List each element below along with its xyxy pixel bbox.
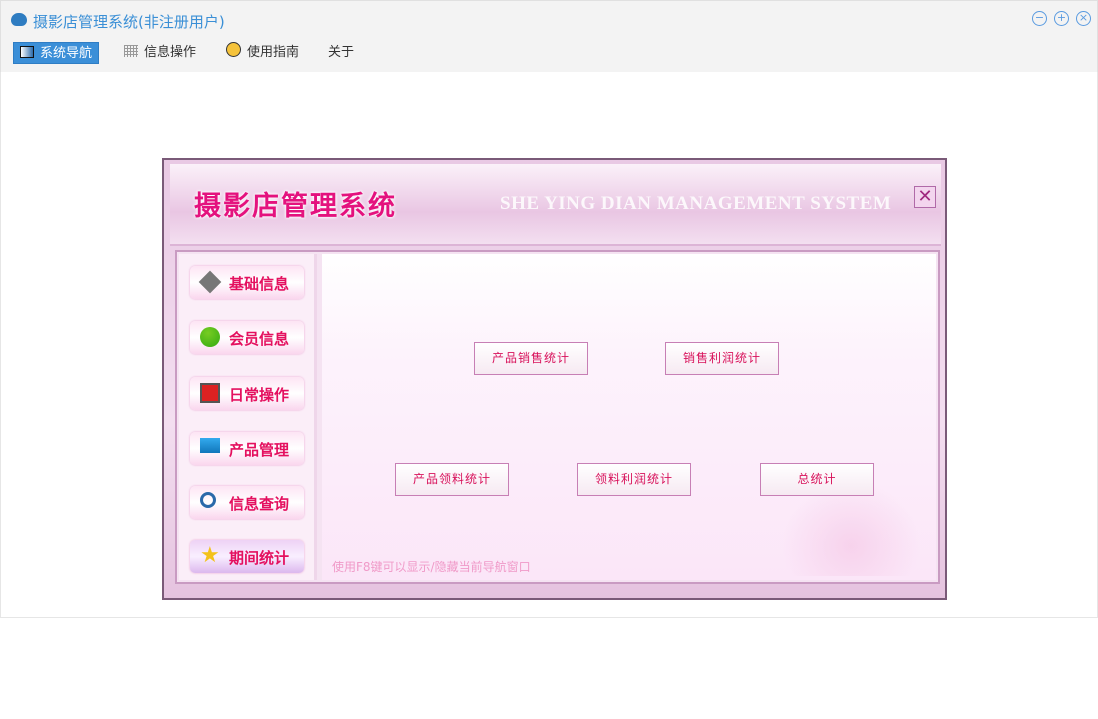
sidebar-item-product-mgmt[interactable]: 产品管理 [190, 432, 304, 465]
stats-panel: 产品销售统计 销售利润统计 产品领料统计 领料利润统计 总统计 使用F8键可以显… [322, 254, 936, 580]
close-button[interactable]: × [1076, 11, 1091, 26]
tools-icon [198, 270, 222, 294]
sidebar-item-label: 基础信息 [229, 275, 290, 293]
total-stats-button[interactable]: 总统计 [760, 463, 874, 496]
monitor-icon [20, 46, 34, 58]
menu-about[interactable]: 关于 [322, 42, 360, 64]
dialog-header: 摄影店管理系统 SHE YING DIAN MANAGEMENT SYSTEM … [170, 164, 941, 246]
sidebar-item-member-info[interactable]: 会员信息 [190, 321, 304, 354]
sidebar-item-label: 会员信息 [229, 330, 290, 348]
window-title: 摄影店管理系统(非注册用户) [33, 13, 225, 31]
restore-button[interactable]: + [1054, 11, 1069, 26]
sidebar-item-label: 信息查询 [229, 495, 290, 513]
title-bar: 摄影店管理系统(非注册用户) − + × [0, 0, 1098, 38]
menu-label: 使用指南 [247, 45, 300, 60]
alert-icon [200, 383, 220, 403]
dialog-subtitle: SHE YING DIAN MANAGEMENT SYSTEM [500, 193, 892, 214]
navigation-dialog: 摄影店管理系统 SHE YING DIAN MANAGEMENT SYSTEM … [162, 158, 947, 600]
dialog-body: 基础信息 会员信息 日常操作 产品管理 信息查询 ★ 期间统计 产品销售统计 销售… [175, 250, 940, 584]
dialog-close-button[interactable]: ✕ [914, 186, 936, 208]
menu-bar: 系统导航 信息操作 使用指南 关于 [0, 38, 1098, 72]
app-logo-icon [11, 13, 27, 26]
sidebar-item-label: 日常操作 [229, 386, 290, 404]
sidebar-item-info-query[interactable]: 信息查询 [190, 486, 304, 519]
menu-system-nav[interactable]: 系统导航 [13, 42, 100, 64]
sidebar-item-period-stats[interactable]: ★ 期间统计 [190, 540, 304, 573]
users-icon [200, 327, 220, 347]
sidebar-item-daily-ops[interactable]: 日常操作 [190, 377, 304, 410]
menu-guide[interactable]: 使用指南 [220, 42, 305, 64]
search-icon [200, 492, 216, 508]
sidebar: 基础信息 会员信息 日常操作 产品管理 信息查询 ★ 期间统计 [179, 254, 317, 580]
star-icon: ★ [200, 543, 220, 568]
grid-icon [124, 45, 138, 57]
sidebar-item-basic-info[interactable]: 基础信息 [190, 266, 304, 299]
hint-text: 使用F8键可以显示/隐藏当前导航窗口 [332, 560, 531, 574]
menu-label: 信息操作 [144, 45, 197, 60]
menu-label: 关于 [328, 45, 355, 60]
computer-icon [200, 438, 220, 453]
sidebar-item-label: 产品管理 [229, 441, 290, 459]
menu-info-ops[interactable]: 信息操作 [118, 42, 202, 64]
help-icon [226, 42, 241, 57]
product-material-stats-button[interactable]: 产品领料统计 [395, 463, 509, 496]
product-sales-stats-button[interactable]: 产品销售统计 [474, 342, 588, 375]
dialog-title: 摄影店管理系统 [194, 191, 397, 222]
menu-label: 系统导航 [40, 46, 93, 61]
sidebar-item-label: 期间统计 [229, 549, 290, 567]
sales-profit-stats-button[interactable]: 销售利润统计 [665, 342, 779, 375]
minimize-button[interactable]: − [1032, 11, 1047, 26]
material-profit-stats-button[interactable]: 领料利润统计 [577, 463, 691, 496]
